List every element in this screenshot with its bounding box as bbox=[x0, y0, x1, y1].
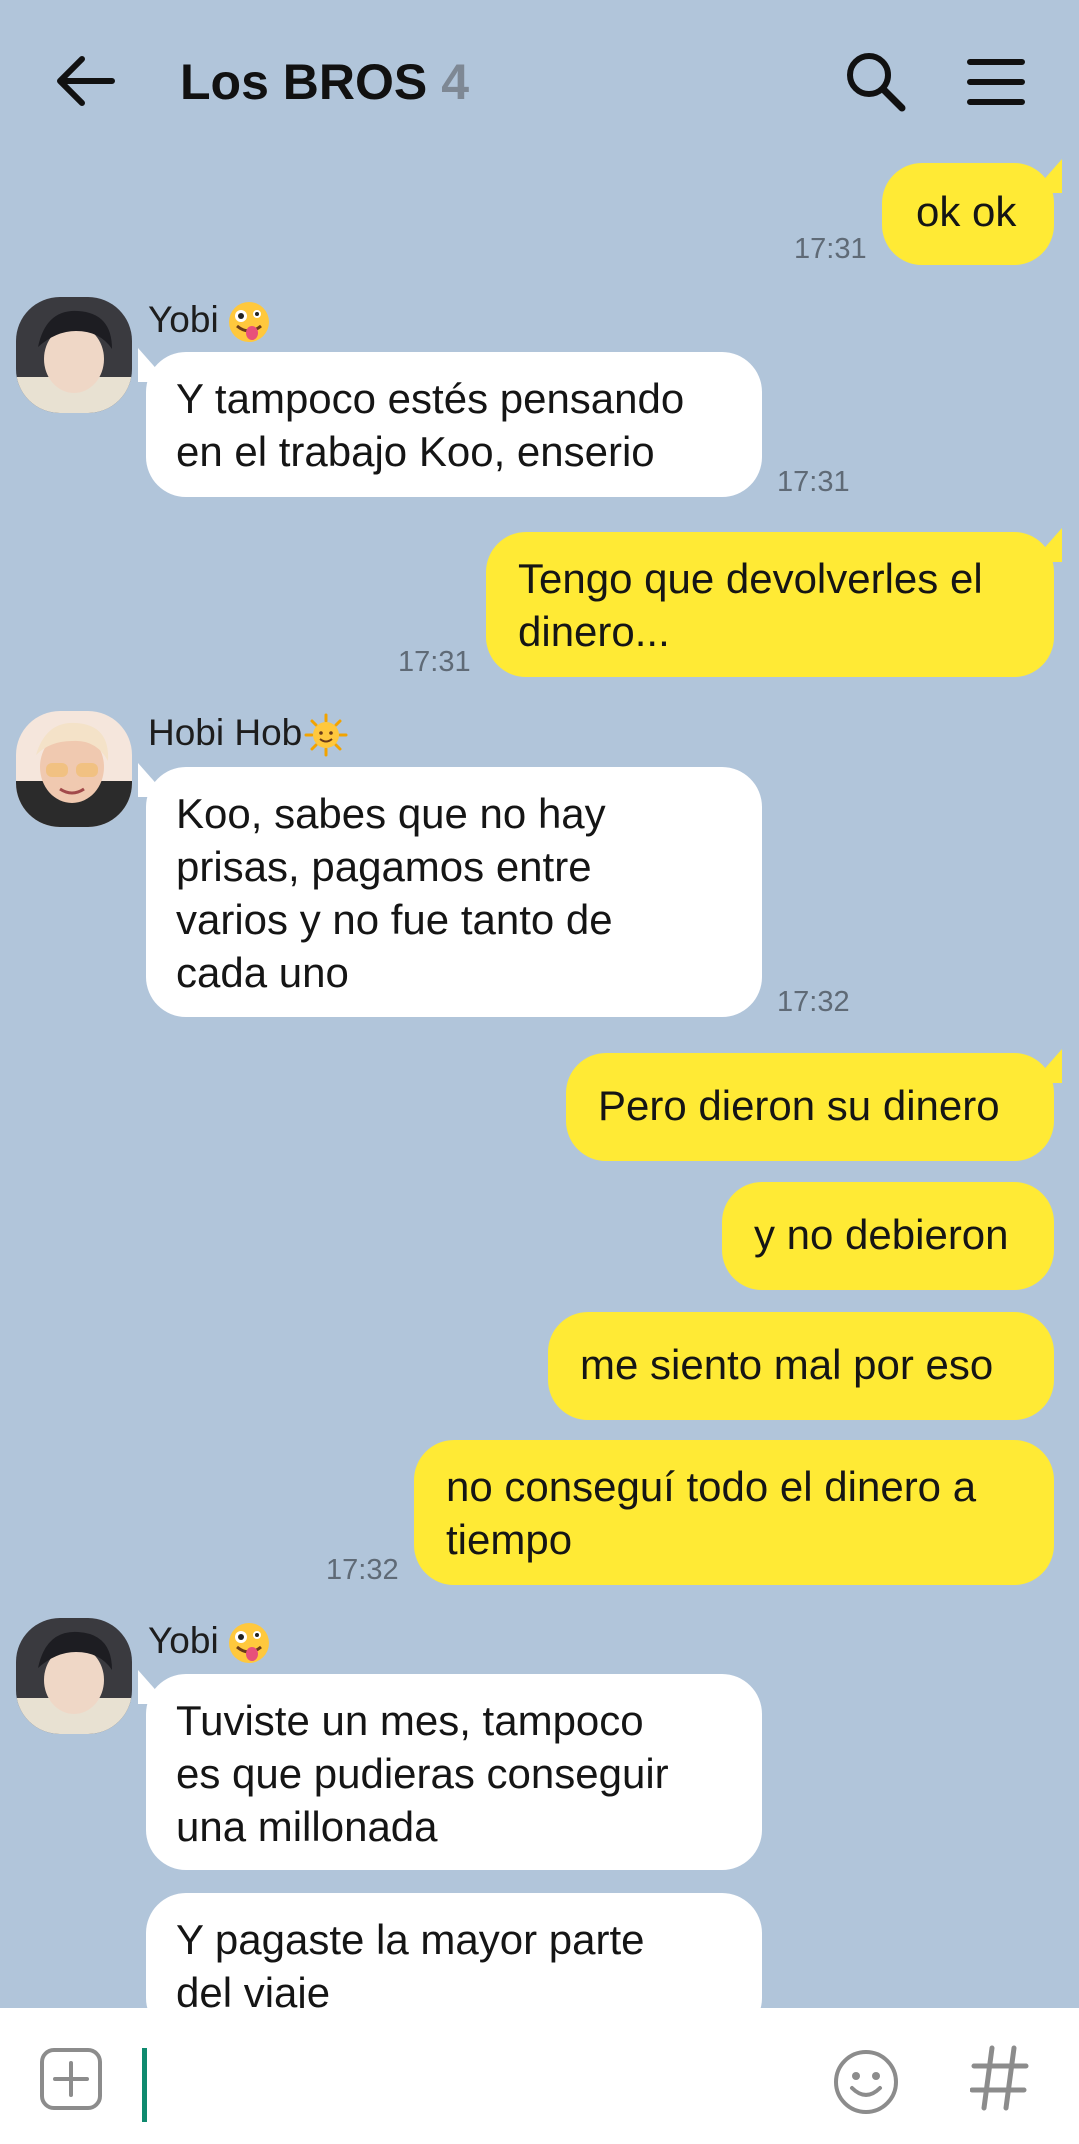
message-text: es que pudieras conseguir bbox=[176, 1750, 669, 1797]
chat-header: Los BROS 4 bbox=[0, 0, 1079, 160]
sender-label: Yobi bbox=[148, 299, 219, 340]
message-text: Y pagaste la mayor parte bbox=[176, 1916, 645, 1963]
avatar-yobi[interactable] bbox=[16, 297, 132, 413]
message-text: una millonada bbox=[176, 1803, 438, 1850]
message-input-field[interactable] bbox=[142, 2048, 147, 2122]
message-time: 17:31 bbox=[794, 233, 867, 265]
menu-icon[interactable] bbox=[966, 52, 1026, 112]
their-message-bubble[interactable]: Tuviste un mes, tampoco es que pudieras … bbox=[138, 1670, 762, 1870]
chat-name: Los BROS bbox=[180, 54, 428, 110]
message-time: 17:32 bbox=[777, 986, 850, 1018]
my-message-bubble[interactable]: me siento mal por eso bbox=[548, 1312, 1054, 1420]
message-text: Tengo que devolverles el bbox=[518, 555, 983, 602]
message-text: Koo, sabes que no hay bbox=[176, 790, 606, 837]
my-message-bubble[interactable]: y no debieron bbox=[722, 1182, 1054, 1290]
message-text: varios y no fue tanto de bbox=[176, 896, 613, 943]
avatar-hobi-hob-image bbox=[16, 711, 132, 827]
member-count: 4 bbox=[441, 54, 470, 110]
sender-name: Yobi bbox=[148, 298, 271, 344]
message-text: no conseguí todo el dinero a bbox=[446, 1463, 977, 1510]
avatar-yobi-image bbox=[16, 297, 132, 413]
zany-face-icon bbox=[228, 1623, 269, 1664]
add-attachment-icon[interactable] bbox=[38, 2046, 104, 2112]
my-message-bubble[interactable]: no conseguí todo el dinero a tiempo bbox=[414, 1440, 1054, 1585]
their-message-bubble[interactable]: Koo, sabes que no hay prisas, pagamos en… bbox=[138, 763, 762, 1017]
chat-title[interactable]: Los BROS 4 bbox=[180, 50, 469, 114]
message-text: y no debieron bbox=[754, 1211, 1009, 1258]
message-text: tiempo bbox=[446, 1516, 573, 1563]
my-message-bubble[interactable]: ok ok bbox=[882, 163, 1054, 265]
message-text: cada uno bbox=[176, 949, 349, 996]
message-text: Tuviste un mes, tampoco bbox=[176, 1697, 644, 1744]
sender-label: Hobi Hob bbox=[148, 712, 303, 753]
hashtag-icon[interactable] bbox=[970, 2042, 1030, 2114]
their-message-bubble[interactable]: Y tampoco estés pensando en el trabajo K… bbox=[138, 348, 762, 497]
message-text: me siento mal por eso bbox=[580, 1341, 994, 1388]
zany-face-icon bbox=[228, 302, 269, 343]
back-arrow-icon[interactable] bbox=[50, 46, 120, 116]
avatar-yobi[interactable] bbox=[16, 1618, 132, 1734]
message-text: Y tampoco estés pensando bbox=[176, 375, 685, 422]
my-message-bubble[interactable]: Tengo que devolverles el dinero... bbox=[486, 532, 1054, 677]
sun-with-face-icon bbox=[304, 713, 348, 757]
message-text: prisas, pagamos entre bbox=[176, 843, 592, 890]
message-input-bar bbox=[0, 2008, 1079, 2144]
message-text: Pero dieron su dinero bbox=[598, 1082, 1000, 1129]
avatar-hobi-hob[interactable] bbox=[16, 711, 132, 827]
emoji-icon[interactable] bbox=[832, 2048, 900, 2116]
my-message-bubble[interactable]: Pero dieron su dinero bbox=[566, 1053, 1054, 1161]
message-time: 17:32 bbox=[326, 1554, 399, 1586]
search-icon[interactable] bbox=[842, 48, 908, 114]
sender-label: Yobi bbox=[148, 1620, 219, 1661]
message-time: 17:31 bbox=[777, 466, 850, 498]
message-text: en el trabajo Koo, enserio bbox=[176, 428, 655, 475]
message-text: dinero... bbox=[518, 608, 670, 655]
message-time: 17:31 bbox=[398, 646, 471, 678]
message-text: ok ok bbox=[916, 188, 1017, 235]
sender-name: Yobi bbox=[148, 1619, 271, 1665]
sender-name: Hobi Hob bbox=[148, 711, 348, 757]
avatar-yobi-image bbox=[16, 1618, 132, 1734]
